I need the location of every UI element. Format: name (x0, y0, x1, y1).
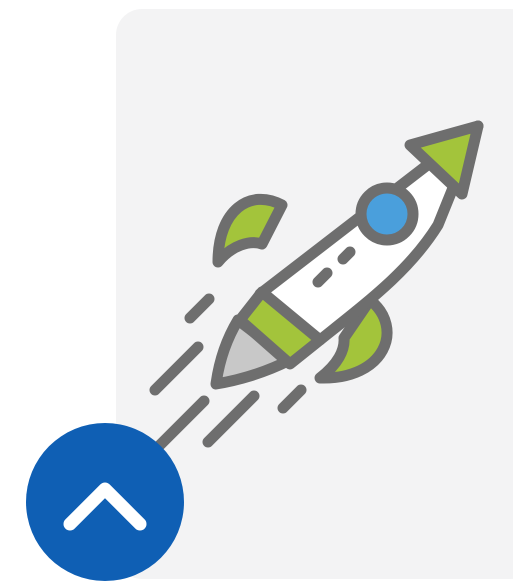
page (0, 0, 513, 583)
rocket-detail-line (312, 267, 333, 288)
rocket-detail-line (337, 246, 356, 265)
speed-line (277, 384, 307, 414)
chevron-up-icon (63, 482, 147, 531)
speed-line (149, 341, 204, 396)
speed-line (202, 390, 260, 448)
rocket-fin-left (212, 193, 288, 268)
speed-line (184, 293, 215, 324)
rocket-window (355, 182, 419, 246)
scroll-to-top-button[interactable] (26, 423, 184, 581)
